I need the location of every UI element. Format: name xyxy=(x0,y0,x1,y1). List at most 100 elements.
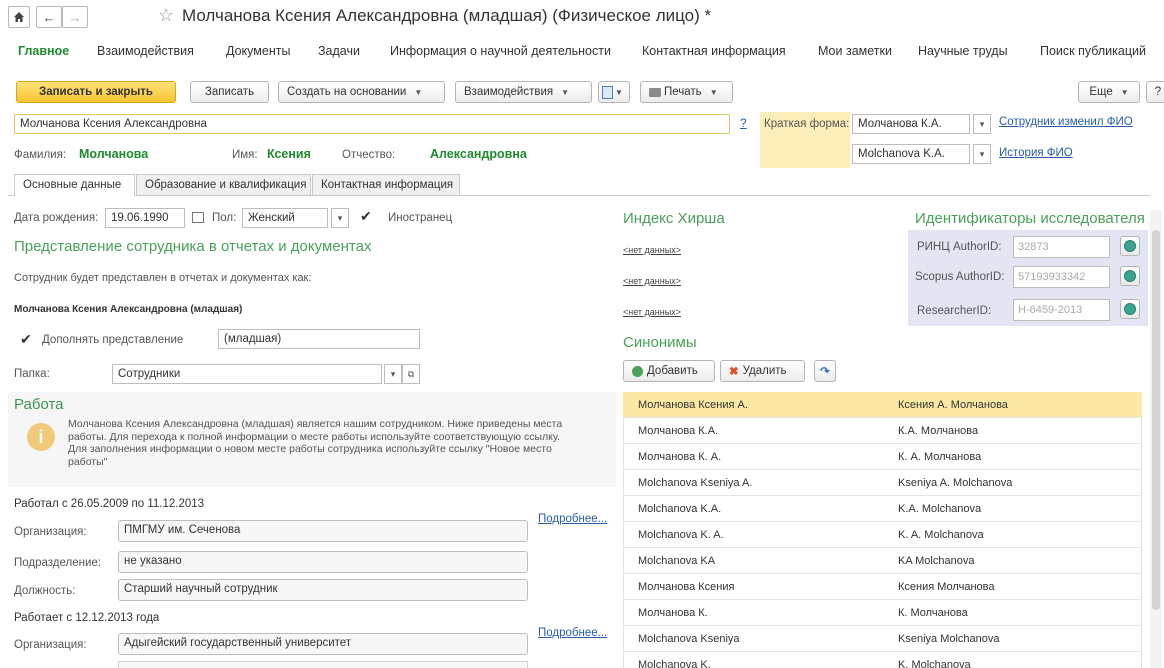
job1-position-label: Должность: xyxy=(14,585,76,597)
work-header: Работа xyxy=(14,396,64,413)
open-icon: ⧉ xyxy=(407,368,415,379)
section-search-publications[interactable]: Поиск публикаций xyxy=(1040,44,1146,58)
add-synonym-button[interactable]: Добавить xyxy=(623,360,715,382)
table-row[interactable]: Молчанова Ксения Ксения Молчанова xyxy=(623,574,1142,600)
short-form-latin-dropdown[interactable]: ▾ xyxy=(973,144,991,164)
name-history-link[interactable]: История ФИО xyxy=(999,147,1073,159)
birth-date-field[interactable]: 19.06.1990 xyxy=(105,208,185,228)
rinc-globe-button[interactable] xyxy=(1120,236,1140,256)
short-form-label: Краткая форма: xyxy=(764,118,850,130)
vertical-scrollbar[interactable] xyxy=(1150,210,1162,668)
sections-bar: Главное Взаимодействия Документы Задачи … xyxy=(0,44,1164,64)
short-form-field[interactable]: Молчанова К.А. xyxy=(852,114,970,134)
home-button[interactable] xyxy=(8,6,30,28)
job2-more-link[interactable]: Подробнее... xyxy=(538,627,607,639)
tab-basic-data[interactable]: Основные данные xyxy=(14,174,135,196)
hirsch-researcher-no-data[interactable]: <нет данных> xyxy=(623,307,681,317)
table-row[interactable]: Molchanova K.A. K.A. Molchanova xyxy=(623,496,1142,522)
hirsch-header: Индекс Хирша xyxy=(623,210,725,227)
birth-date-label: Дата рождения: xyxy=(14,212,99,224)
first-name-value: Ксения xyxy=(267,147,311,161)
section-tasks[interactable]: Задачи xyxy=(318,44,360,58)
save-button[interactable]: Записать xyxy=(190,81,269,103)
table-row[interactable]: Molchanova K. A. K. A. Molchanova xyxy=(623,522,1142,548)
representation-value: Молчанова Ксения Александровна (младшая) xyxy=(14,304,243,315)
print-button[interactable]: Печать ▼ xyxy=(640,81,733,103)
foreigner-label: Иностранец xyxy=(388,212,453,224)
full-name-help-link[interactable]: ? xyxy=(740,116,747,130)
section-main[interactable]: Главное xyxy=(18,44,69,58)
job1-more-link[interactable]: Подробнее... xyxy=(538,513,607,525)
dropdown-arrow-icon: ▼ xyxy=(615,87,623,97)
scopus-globe-button[interactable] xyxy=(1120,266,1140,286)
supplement-checkbox[interactable]: ✔ xyxy=(20,332,34,346)
job1-dept-field: не указано xyxy=(118,551,528,573)
short-form-dropdown[interactable]: ▾ xyxy=(973,114,991,134)
folder-label: Папка: xyxy=(14,368,50,380)
chevron-down-icon: ▾ xyxy=(390,368,396,379)
scrollbar-thumb[interactable] xyxy=(1152,230,1160,610)
researcher-globe-button[interactable] xyxy=(1120,299,1140,319)
patronymic-value: Александровна xyxy=(430,147,527,161)
globe-icon xyxy=(1124,270,1136,282)
interactions-button[interactable]: Взаимодействия ▼ xyxy=(455,81,592,103)
table-row[interactable]: Molchanova Kseniya A. Kseniya A. Molchano… xyxy=(623,470,1142,496)
section-contact-info[interactable]: Контактная информация xyxy=(642,44,786,58)
hirsch-scopus-no-data[interactable]: <нет данных> xyxy=(623,276,681,286)
section-interactions[interactable]: Взаимодействия xyxy=(97,44,194,58)
section-my-notes[interactable]: Мои заметки xyxy=(818,44,892,58)
window-title: Молчанова Ксения Александровна (младшая)… xyxy=(182,6,712,25)
help-button[interactable]: ? xyxy=(1146,81,1164,103)
table-row[interactable]: Molchanova K. K. Molchanova xyxy=(623,652,1142,668)
back-button[interactable]: ← xyxy=(36,6,62,28)
save-and-close-button[interactable]: Записать и закрыть xyxy=(16,81,176,103)
supplement-field[interactable]: (младшая) xyxy=(218,329,420,349)
section-publications[interactable]: Научные труды xyxy=(918,44,1008,58)
sex-dropdown[interactable]: ▾ xyxy=(331,208,349,228)
table-row[interactable]: Молчанова К. А. К. А. Молчанова xyxy=(623,444,1142,470)
foreigner-checkbox[interactable]: ✔ xyxy=(360,209,374,223)
sex-field[interactable]: Женский xyxy=(242,208,328,228)
create-based-on-button[interactable]: Создать на основании ▼ xyxy=(278,81,445,103)
table-row[interactable]: Молчанова К. К. Молчанова xyxy=(623,600,1142,626)
chevron-down-icon: ▾ xyxy=(979,148,985,159)
researcher-ids-header: Идентификаторы исследователя xyxy=(915,210,1145,227)
table-row[interactable]: Молчанова К.А. К.А. Молчанова xyxy=(623,418,1142,444)
researcher-id-field[interactable]: H-6459-2013 xyxy=(1013,299,1110,321)
section-science-info[interactable]: Информация о научной деятельности xyxy=(390,44,611,58)
section-documents[interactable]: Документы xyxy=(226,44,290,58)
representation-header: Представление сотрудника в отчетах и док… xyxy=(14,238,372,255)
dropdown-arrow-icon: ▼ xyxy=(561,87,570,97)
delete-synonym-button[interactable]: ✖ Удалить xyxy=(720,360,805,382)
work-info-text: Молчанова Ксения Александровна (младшая)… xyxy=(68,418,563,468)
table-row[interactable]: Молчанова Ксения А. Ксения А. Молчанова xyxy=(623,392,1142,418)
folder-field[interactable]: Сотрудники xyxy=(112,364,382,384)
forward-button[interactable]: → xyxy=(62,6,88,28)
refresh-arrow-icon: ↷ xyxy=(820,366,830,378)
tab-contact-info[interactable]: Контактная информация xyxy=(312,174,460,196)
full-name-field[interactable]: Молчанова Ксения Александровна xyxy=(14,114,730,134)
calendar-icon[interactable] xyxy=(192,212,204,223)
folder-dropdown[interactable]: ▾ xyxy=(384,364,402,384)
tab-education[interactable]: Образование и квалификация xyxy=(136,174,311,196)
short-form-latin-field[interactable]: Molchanova K.A. xyxy=(852,144,970,164)
job2-org-field: Адыгейский государственный университет xyxy=(118,633,528,655)
first-name-label: Имя: xyxy=(232,149,258,161)
document-icon xyxy=(602,85,613,99)
employee-changed-name-link[interactable]: Сотрудник изменил ФИО xyxy=(999,116,1133,128)
table-row[interactable]: Molchanova KA KA Molchanova xyxy=(623,548,1142,574)
attachments-button[interactable]: ▼ xyxy=(598,81,630,103)
surname-value: Молчанова xyxy=(79,147,149,161)
plus-circle-icon xyxy=(632,365,643,377)
rinc-field[interactable]: 32873 xyxy=(1013,236,1110,258)
researcher-id-label: ResearcherID: xyxy=(917,305,992,317)
patronymic-label: Отчество: xyxy=(342,149,396,161)
scopus-field[interactable]: 57193933342 xyxy=(1013,266,1110,288)
table-row[interactable]: Molchanova Kseniya Kseniya Molchanova xyxy=(623,626,1142,652)
folder-open-button[interactable]: ⧉ xyxy=(402,364,420,384)
refresh-synonyms-button[interactable]: ↷ xyxy=(814,360,836,382)
favorite-star-icon[interactable]: ☆ xyxy=(158,5,174,26)
hirsch-rinc-no-data[interactable]: <нет данных> xyxy=(623,245,681,255)
scopus-label: Scopus AuthorID: xyxy=(915,271,1005,283)
more-button[interactable]: Еще ▼ xyxy=(1078,81,1140,103)
